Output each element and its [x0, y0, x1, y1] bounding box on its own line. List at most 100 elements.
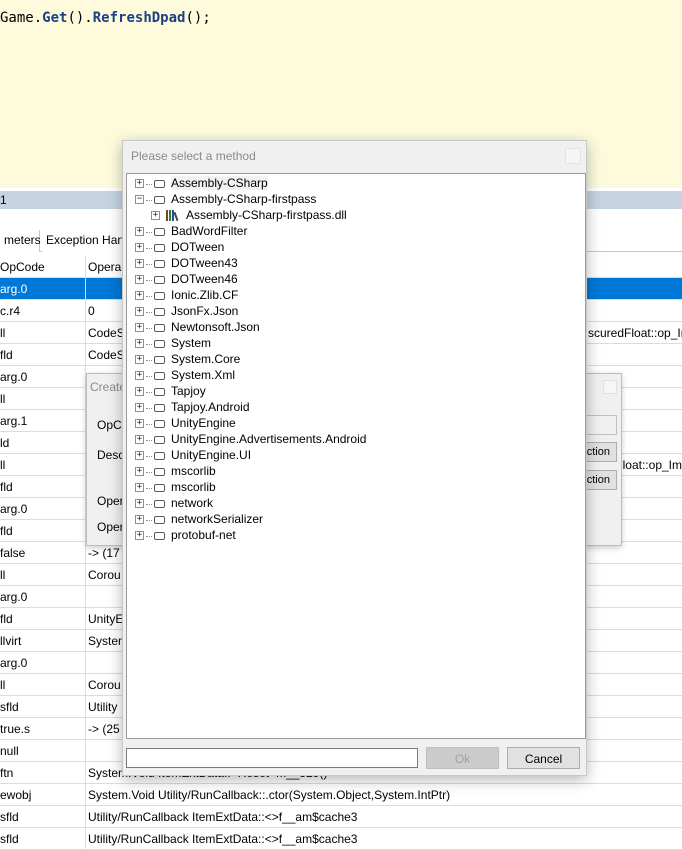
- cancel-button[interactable]: Cancel: [507, 747, 580, 769]
- expand-icon[interactable]: +: [135, 435, 144, 444]
- opcode-cell: c.r4: [0, 300, 86, 322]
- opcode-cell: sfld: [0, 696, 86, 718]
- tree-node-label: Assembly-CSharp: [171, 176, 268, 190]
- expand-icon[interactable]: +: [135, 515, 144, 524]
- tab-parameters[interactable]: meters: [0, 230, 41, 252]
- tree-connector: [146, 312, 152, 313]
- folder-icon: [154, 196, 165, 204]
- tree-node-label: mscorlib: [171, 480, 216, 494]
- tree-node[interactable]: + Newtonsoft.Json: [127, 320, 583, 336]
- tree-node-label: UnityEngine: [171, 416, 236, 430]
- dialog-title: Please select a method: [131, 149, 256, 163]
- tree-node[interactable]: + protobuf-net: [127, 528, 583, 544]
- dialog-close-icon[interactable]: [565, 148, 581, 164]
- tab-exception-handlers[interactable]: Exception Han: [42, 230, 126, 252]
- tree-node[interactable]: + System.Core: [127, 352, 583, 368]
- folder-icon: [154, 372, 165, 380]
- expand-icon[interactable]: +: [135, 291, 144, 300]
- tree-connector: [146, 440, 152, 441]
- folder-icon: [154, 324, 165, 332]
- expand-icon[interactable]: +: [135, 451, 144, 460]
- tree-node[interactable]: + UnityEngine.Advertisements.Android: [127, 432, 583, 448]
- table-row[interactable]: ewobj System.Void Utility/RunCallback::.c…: [0, 784, 682, 806]
- tree-node-label: System.Xml: [171, 368, 236, 382]
- tree-node[interactable]: + Assembly-CSharp: [127, 176, 583, 192]
- opcode-cell: arg.1: [0, 410, 86, 432]
- code-token: ();: [185, 10, 211, 26]
- folder-icon: [154, 516, 165, 524]
- tree-node[interactable]: − Assembly-CSharp-firstpass: [127, 192, 583, 208]
- tree-node[interactable]: + System: [127, 336, 583, 352]
- expand-icon[interactable]: +: [135, 243, 144, 252]
- folder-icon: [154, 180, 165, 188]
- tree-node[interactable]: + networkSerializer: [127, 512, 583, 528]
- collapse-icon[interactable]: −: [135, 195, 144, 204]
- tree-node-label: DOTween: [171, 240, 225, 254]
- expand-icon[interactable]: +: [135, 227, 144, 236]
- expand-icon[interactable]: +: [135, 179, 144, 188]
- tree-node[interactable]: + mscorlib: [127, 464, 583, 480]
- expand-icon[interactable]: +: [135, 499, 144, 508]
- tree-connector: [146, 504, 152, 505]
- tree-node[interactable]: + BadWordFilter: [127, 224, 583, 240]
- expand-icon[interactable]: +: [135, 419, 144, 428]
- expand-icon[interactable]: +: [135, 339, 144, 348]
- expand-icon[interactable]: +: [135, 387, 144, 396]
- assembly-tree[interactable]: + Assembly-CSharp − Assembly-CSharp-firstpa…: [126, 173, 586, 739]
- opcode-cell: arg.0: [0, 278, 86, 300]
- expand-icon[interactable]: +: [135, 531, 144, 540]
- opcode-cell: ll: [0, 564, 86, 586]
- expand-icon[interactable]: +: [135, 259, 144, 268]
- tree-connector: [146, 344, 152, 345]
- opcode-cell: ll: [0, 322, 86, 344]
- tree-node[interactable]: + Tapjoy: [127, 384, 583, 400]
- header-opcode[interactable]: OpCode: [0, 256, 86, 278]
- opcode-cell: llvirt: [0, 630, 86, 652]
- expand-icon[interactable]: +: [135, 355, 144, 364]
- folder-icon: [154, 260, 165, 268]
- table-row[interactable]: sfld Utility/RunCallback ItemExtData::<>f…: [0, 828, 682, 850]
- tree-node-label: protobuf-net: [171, 528, 236, 542]
- tree-node-label: System.Core: [171, 352, 241, 366]
- method-name-input[interactable]: [126, 748, 418, 768]
- tree-node[interactable]: + Tapjoy.Android: [127, 400, 583, 416]
- opcode-cell: null: [0, 740, 86, 762]
- tree-node[interactable]: + Assembly-CSharp-firstpass.dll: [127, 208, 583, 224]
- code-token: ().: [67, 10, 93, 26]
- expand-icon[interactable]: +: [135, 467, 144, 476]
- create-dialog-close-icon[interactable]: [603, 380, 617, 394]
- opcode-cell: fld: [0, 476, 86, 498]
- expand-icon[interactable]: +: [135, 323, 144, 332]
- opcode-cell: fld: [0, 344, 86, 366]
- tree-node[interactable]: + network: [127, 496, 583, 512]
- expand-icon[interactable]: +: [151, 211, 160, 220]
- tree-node-label: Assembly-CSharp-firstpass: [171, 192, 317, 206]
- tree-connector: [146, 296, 152, 297]
- ok-button[interactable]: Ok: [426, 747, 499, 769]
- opcode-cell: false: [0, 542, 86, 564]
- tree-connector: [146, 376, 152, 377]
- expand-icon[interactable]: +: [135, 307, 144, 316]
- tree-node[interactable]: + JsonFx.Json: [127, 304, 583, 320]
- tree-node[interactable]: + DOTween: [127, 240, 583, 256]
- opcode-cell: fld: [0, 608, 86, 630]
- expand-icon[interactable]: +: [135, 371, 144, 380]
- tab-parameters-label: meters: [4, 233, 41, 247]
- tree-node[interactable]: + UnityEngine: [127, 416, 583, 432]
- expand-icon[interactable]: +: [135, 403, 144, 412]
- tree-node[interactable]: + DOTween43: [127, 256, 583, 272]
- tree-node[interactable]: + mscorlib: [127, 480, 583, 496]
- tree-node-label: System: [171, 336, 212, 350]
- opcode-cell: arg.0: [0, 366, 86, 388]
- tree-node[interactable]: + System.Xml: [127, 368, 583, 384]
- table-row[interactable]: sfld Utility/RunCallback ItemExtData::<>f…: [0, 806, 682, 828]
- expand-icon[interactable]: +: [135, 483, 144, 492]
- tree-node-label: JsonFx.Json: [171, 304, 239, 318]
- library-icon: [166, 210, 180, 222]
- tree-node[interactable]: + UnityEngine.UI: [127, 448, 583, 464]
- tree-node[interactable]: + Ionic.Zlib.CF: [127, 288, 583, 304]
- code-token: RefreshDpad: [92, 10, 186, 26]
- expand-icon[interactable]: +: [135, 275, 144, 284]
- opcode-cell: arg.0: [0, 586, 86, 608]
- tree-node[interactable]: + DOTween46: [127, 272, 583, 288]
